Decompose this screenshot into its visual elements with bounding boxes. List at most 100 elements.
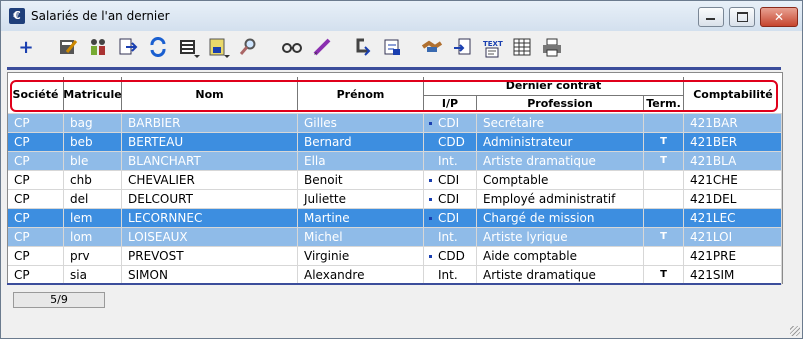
cell-prenom-text: Michel — [304, 230, 343, 244]
cell-profession: Artiste dramatique — [477, 152, 644, 171]
cell-nom-text: CHEVALIER — [128, 173, 195, 187]
cell-matricule-text: del — [70, 192, 89, 206]
cell-ip-text: CDI — [438, 116, 460, 130]
add-icon[interactable]: + — [15, 37, 37, 59]
cell-compta: 421PRE — [684, 247, 782, 266]
table-icon[interactable] — [511, 37, 533, 59]
cell-societe-text: CP — [14, 230, 30, 244]
glasses-icon[interactable] — [281, 37, 303, 59]
table-header: Société Matricule Nom Prénom Dernier con… — [8, 77, 782, 113]
cell-nom-text: PREVOST — [128, 249, 184, 263]
cell-societe: CP — [8, 171, 64, 190]
maximize-icon — [737, 12, 748, 22]
cell-nom: LECORNNEC — [122, 209, 298, 228]
active-contract-dot-icon — [429, 217, 432, 220]
pencil-icon[interactable] — [311, 37, 333, 59]
cell-societe: CP — [8, 190, 64, 209]
cell-nom: PREVOST — [122, 247, 298, 266]
refresh-icon[interactable] — [147, 37, 169, 59]
cell-compta-text: 421LOI — [690, 230, 733, 244]
cell-term — [644, 247, 684, 266]
close-icon: ✕ — [773, 10, 785, 24]
cell-profession-text: Chargé de mission — [483, 211, 595, 225]
table-row[interactable]: CP beb BERTEAU Bernard CDD Administrateur T 421… — [8, 132, 782, 152]
cell-profession-text: Administrateur — [483, 135, 573, 149]
cell-term — [644, 171, 684, 190]
cell-matricule-text: ble — [70, 154, 89, 168]
maximize-button[interactable] — [729, 7, 755, 27]
cell-ip-text: CDI — [438, 192, 460, 206]
cell-ip: CDI — [424, 209, 477, 228]
cell-nom: BERTEAU — [122, 133, 298, 152]
document-arrow-icon[interactable] — [451, 37, 473, 59]
cell-compta-text: 421BAR — [690, 116, 738, 130]
table-row[interactable]: CP bag BARBIER Gilles CDI Secrétaire 421BAR — [8, 113, 782, 133]
app-window: € Salariés de l'an dernier ✕ + TEXT Soci… — [0, 0, 803, 339]
close-button[interactable]: ✕ — [760, 7, 798, 27]
pencil-form-icon[interactable] — [57, 37, 79, 59]
printer-icon[interactable] — [541, 37, 563, 59]
cell-term: T — [644, 152, 684, 171]
table-row[interactable]: CP sia SIMON Alexandre Int. Artiste dramatiqu… — [8, 265, 782, 285]
cell-profession-text: Employé administratif — [483, 192, 616, 206]
cell-matricule-text: chb — [70, 173, 92, 187]
table-row[interactable]: CP lem LECORNNEC Martine CDI Chargé de missio… — [8, 208, 782, 228]
cell-ip: CDD — [424, 133, 477, 152]
cell-matricule: lem — [64, 209, 122, 228]
cell-nom: BLANCHART — [122, 152, 298, 171]
cell-societe: CP — [8, 133, 64, 152]
cell-compta: 421BLA — [684, 152, 782, 171]
cell-profession: Secrétaire — [477, 114, 644, 133]
cell-ip: Int. — [424, 152, 477, 171]
cell-ip-text: Int. — [438, 230, 458, 244]
minimize-icon — [706, 18, 715, 20]
active-contract-dot-icon — [429, 179, 432, 182]
cell-compta: 421BAR — [684, 114, 782, 133]
cell-nom: CHEVALIER — [122, 171, 298, 190]
cell-matricule: ble — [64, 152, 122, 171]
table-row[interactable]: CP prv PREVOST Virginie CDD Aide comptable 421… — [8, 246, 782, 266]
search-icon[interactable] — [237, 37, 259, 59]
cell-societe-text: CP — [14, 211, 30, 225]
window-title: Salariés de l'an dernier — [31, 9, 170, 23]
cell-societe-text: CP — [14, 173, 30, 187]
cell-ip-text: CDD — [438, 249, 465, 263]
table-row[interactable]: CP ble BLANCHART Ella Int. Artiste dramatique… — [8, 151, 782, 171]
cell-societe: CP — [8, 228, 64, 247]
table-row[interactable]: CP chb CHEVALIER Benoit CDI Comptable 421CHE — [8, 170, 782, 190]
employee-table[interactable]: Société Matricule Nom Prénom Dernier con… — [7, 72, 783, 285]
save-doc-icon[interactable] — [207, 37, 230, 59]
cell-prenom-text: Alexandre — [304, 268, 365, 282]
cell-term — [644, 114, 684, 133]
cell-term — [644, 209, 684, 228]
table-row[interactable]: CP del DELCOURT Juliette CDI Employé administ… — [8, 189, 782, 209]
active-contract-dot-icon — [429, 198, 432, 201]
cell-profession: Artiste lyrique — [477, 228, 644, 247]
print-preview-icon[interactable] — [381, 37, 403, 59]
people-icon[interactable] — [87, 37, 109, 59]
reply-icon[interactable] — [351, 37, 373, 59]
table-row[interactable]: CP lom LOISEAUX Michel Int. Artiste lyrique T 4… — [8, 227, 782, 247]
cell-term: T — [644, 133, 684, 152]
text-icon[interactable]: TEXT — [481, 37, 503, 59]
cell-profession: Comptable — [477, 171, 644, 190]
cell-ip-text: Int. — [438, 268, 458, 282]
cell-matricule: chb — [64, 171, 122, 190]
cell-societe: CP — [8, 114, 64, 133]
cell-ip-text: CDD — [438, 135, 465, 149]
cell-compta-text: 421SIM — [690, 268, 735, 282]
cell-ip: Int. — [424, 228, 477, 247]
list-select-icon[interactable] — [177, 37, 200, 59]
cell-nom: LOISEAUX — [122, 228, 298, 247]
cell-prenom: Benoit — [298, 171, 424, 190]
cell-ip: CDD — [424, 247, 477, 266]
cell-ip-text: CDI — [438, 173, 460, 187]
handshake-icon[interactable] — [421, 37, 443, 59]
cell-ip-text: Int. — [438, 154, 458, 168]
cell-term-text: T — [660, 231, 667, 242]
cell-matricule: lom — [64, 228, 122, 247]
export-icon[interactable] — [117, 37, 139, 59]
resize-grip-icon[interactable] — [790, 326, 800, 336]
minimize-button[interactable] — [698, 7, 724, 27]
grid-bottom-border — [7, 283, 781, 285]
